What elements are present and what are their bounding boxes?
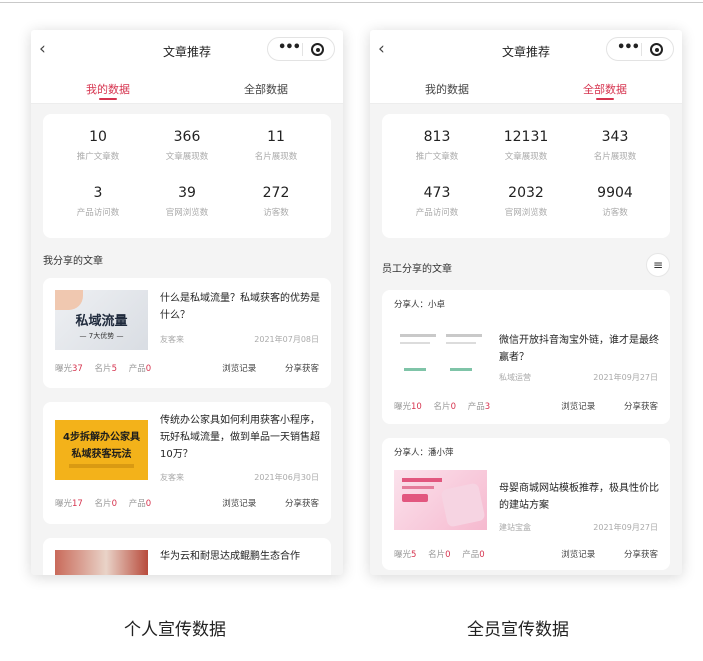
thumb-subline: 私域获客玩法 <box>71 449 132 460</box>
close-target-icon[interactable] <box>311 43 324 56</box>
stat-item: 39 官网浏览数 <box>165 185 209 218</box>
share-acquire-button[interactable]: 分享获客 <box>285 499 319 509</box>
miniprogram-capsule: ••• <box>267 37 335 61</box>
tab-all-data[interactable]: 全部数据 <box>550 81 660 100</box>
article-author: 建站宝盒 <box>499 523 531 532</box>
capsule-divider <box>302 43 303 56</box>
nav-bar: ‹ 文章推荐 ••• <box>31 30 343 70</box>
stat-item: 366 文章展现数 <box>165 129 209 162</box>
caption-personal: 个人宣传数据 <box>124 620 226 640</box>
article-author: 友客来 <box>160 473 184 482</box>
article-actions: 浏览记录 分享获客 <box>535 400 658 412</box>
top-divider <box>0 2 703 3</box>
view-records-button[interactable]: 浏览记录 <box>561 550 595 560</box>
thumb-small-text <box>69 464 134 468</box>
sort-icon[interactable]: ≡ <box>646 253 670 277</box>
view-records-button[interactable]: 浏览记录 <box>222 364 256 374</box>
share-acquire-button[interactable]: 分享获客 <box>624 550 658 560</box>
article-actions: 浏览记录 分享获客 <box>535 548 658 560</box>
share-acquire-button[interactable]: 分享获客 <box>624 402 658 412</box>
article-author: 友客来 <box>160 335 184 344</box>
tab-my-data[interactable]: 我的数据 <box>392 81 502 97</box>
article-title[interactable]: 传统办公家具如何利用获客小程序，玩好私域流量，做到单品一天销售超10万？ <box>160 412 320 463</box>
article-date: 2021年07月08日 <box>254 335 319 344</box>
phone-screen-personal: ‹ 文章推荐 ••• 我的数据 全部数据 10 推广文章数 366 文章展现数 11… <box>31 30 343 575</box>
article-card[interactable]: 4步拆解办公家具 私域获客玩法 传统办公家具如何利用获客小程序，玩好私域流量，做… <box>43 402 331 524</box>
article-card[interactable]: 分享人：小卓 微信开放抖音淘宝外链，谁才是最终赢者？ 私域运营 2021年09月… <box>382 290 670 424</box>
article-thumbnail: 私域流量 — 7大优势 — <box>55 290 148 350</box>
article-thumbnail <box>55 550 148 575</box>
article-title[interactable]: 什么是私域流量？私域获客的优势是什么？ <box>160 290 320 324</box>
stat-item: 3 产品访问数 <box>76 185 120 218</box>
stats-panel: 10 推广文章数 366 文章展现数 11 名片展现数 3 产品访问数 39 官网浏览数 … <box>43 114 331 238</box>
more-dots-icon[interactable]: ••• <box>278 40 301 55</box>
stats-panel: 813 推广文章数 12131 文章展现数 343 名片展现数 473 产品访问数 20… <box>382 114 670 238</box>
miniprogram-capsule: ••• <box>606 37 674 61</box>
article-card[interactable]: 私域流量 — 7大优势 — 什么是私域流量？私域获客的优势是什么？ 友客来 20… <box>43 278 331 388</box>
sharer-label: 分享人：小卓 <box>394 300 446 310</box>
section-title: 员工分享的文章 <box>382 264 452 275</box>
view-records-button[interactable]: 浏览记录 <box>222 499 256 509</box>
article-title[interactable]: 母婴商城网站模板推荐，极具性价比的建站方案 <box>499 480 659 514</box>
article-card[interactable]: 华为云和耐思达成鲲鹏生态合作 <box>43 538 331 575</box>
article-author: 私域运营 <box>499 373 531 382</box>
article-thumbnail: 4步拆解办公家具 私域获客玩法 <box>55 420 148 480</box>
section-title: 我分享的文章 <box>43 256 103 267</box>
article-thumbnail <box>394 320 487 380</box>
more-dots-icon[interactable]: ••• <box>617 40 640 55</box>
sharer-label: 分享人：潘小萍 <box>394 448 454 458</box>
stat-item: 12131 文章展现数 <box>503 129 549 162</box>
stat-item: 272 访客数 <box>262 185 290 218</box>
stat-item: 813 推广文章数 <box>415 129 459 162</box>
tab-my-data[interactable]: 我的数据 <box>53 81 163 100</box>
stat-item: 473 产品访问数 <box>415 185 459 218</box>
hand-illustration <box>55 290 83 310</box>
stat-item: 10 推广文章数 <box>76 129 120 162</box>
capsule-divider <box>641 43 642 56</box>
article-date: 2021年09月27日 <box>593 373 658 382</box>
thumb-subline: — 7大优势 — <box>79 332 124 340</box>
article-metrics: 曝光5 名片0 产品0 <box>394 550 485 560</box>
close-target-icon[interactable] <box>650 43 663 56</box>
stat-item: 11 名片展现数 <box>254 129 298 162</box>
article-metrics: 曝光17 名片0 产品0 <box>55 499 152 509</box>
stat-item: 2032 官网浏览数 <box>504 185 548 218</box>
article-date: 2021年06月30日 <box>254 473 319 482</box>
nav-bar: ‹ 文章推荐 ••• <box>370 30 682 70</box>
thumb-headline: 私域流量 <box>75 314 128 329</box>
article-title[interactable]: 华为云和耐思达成鲲鹏生态合作 <box>160 548 320 565</box>
caption-all-staff: 全员宣传数据 <box>467 620 569 640</box>
data-tabs: 我的数据 全部数据 <box>370 70 682 104</box>
article-metrics: 曝光37 名片5 产品0 <box>55 364 152 374</box>
stat-item: 343 名片展现数 <box>593 129 637 162</box>
article-date: 2021年09月27日 <box>593 523 658 532</box>
article-card[interactable]: 分享人：潘小萍 母婴商城网站模板推荐，极具性价比的建站方案 建站宝盒 2021年… <box>382 438 670 570</box>
article-title[interactable]: 微信开放抖音淘宝外链，谁才是最终赢者？ <box>499 332 659 366</box>
data-tabs: 我的数据 全部数据 <box>31 70 343 104</box>
article-metrics: 曝光10 名片0 产品3 <box>394 402 491 412</box>
phone-screen-all-staff: ‹ 文章推荐 ••• 我的数据 全部数据 813 推广文章数 12131 文章展现数… <box>370 30 682 575</box>
article-thumbnail <box>394 470 487 530</box>
article-actions: 浏览记录 分享获客 <box>196 362 319 374</box>
thumb-headline: 4步拆解办公家具 <box>63 432 140 443</box>
tab-all-data[interactable]: 全部数据 <box>211 81 321 97</box>
view-records-button[interactable]: 浏览记录 <box>561 402 595 412</box>
share-acquire-button[interactable]: 分享获客 <box>285 364 319 374</box>
stat-item: 9904 访客数 <box>597 185 633 218</box>
article-actions: 浏览记录 分享获客 <box>196 497 319 509</box>
